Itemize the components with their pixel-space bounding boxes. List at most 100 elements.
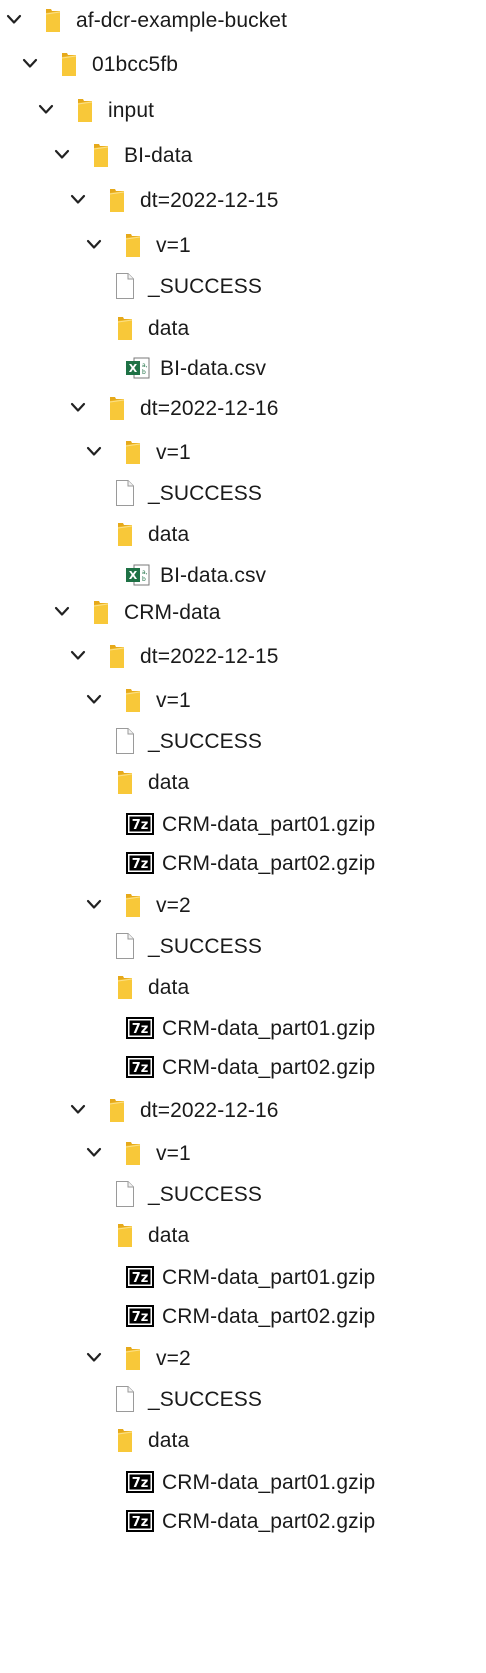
7zip-archive-icon: 7z — [124, 1506, 156, 1536]
tree-item-label: CRM-data_part01.gzip — [162, 1470, 376, 1494]
tree-item-crm-data-part01-gzip[interactable]: 7z CRM-data_part01.gzip — [124, 1008, 375, 1048]
chevron-down-icon[interactable] — [84, 235, 104, 255]
svg-text:b: b — [142, 369, 146, 376]
7zip-archive-icon: 7z — [124, 1301, 156, 1331]
tree-item-v-2[interactable]: v=2 — [84, 885, 191, 925]
tree-item-bi-data[interactable]: BI-data — [52, 135, 192, 175]
file-icon — [112, 1384, 138, 1414]
folder-icon — [104, 1095, 130, 1125]
chevron-down-icon[interactable] — [20, 54, 40, 74]
tree-item-crm-data-part02-gzip[interactable]: 7z CRM-data_part02.gzip — [124, 843, 375, 883]
tree-item-label: data — [148, 522, 190, 546]
tree-item-bi-data-csv[interactable]: a, b X BI-data.csv — [124, 348, 266, 388]
tree-item-label: dt=2022-12-15 — [140, 188, 279, 212]
svg-text:7z: 7z — [132, 1476, 149, 1491]
tree-item-af-dcr-example-bucket[interactable]: af-dcr-example-bucket — [4, 0, 287, 40]
file-icon — [112, 931, 138, 961]
tree-item-crm-data-part01-gzip[interactable]: 7z CRM-data_part01.gzip — [124, 804, 375, 844]
tree-item-label: data — [148, 316, 190, 340]
svg-text:7z: 7z — [132, 1061, 149, 1076]
file-icon — [112, 478, 138, 508]
tree-item-crm-data-part02-gzip[interactable]: 7z CRM-data_part02.gzip — [124, 1501, 375, 1541]
chevron-down-icon[interactable] — [4, 10, 24, 30]
tree-item-crm-data-part01-gzip[interactable]: 7z CRM-data_part01.gzip — [124, 1462, 375, 1502]
tree-item-v-1[interactable]: v=1 — [84, 1133, 191, 1173]
tree-item-data[interactable]: data — [112, 308, 189, 348]
tree-item-label: BI-data.csv — [160, 356, 267, 380]
tree-item-label: CRM-data_part01.gzip — [162, 812, 376, 836]
svg-text:X: X — [129, 362, 138, 375]
folder-icon — [120, 1138, 146, 1168]
tree-item-label: v=2 — [156, 893, 191, 917]
tree-item-dt-2022-12-15[interactable]: dt=2022-12-15 — [68, 636, 279, 676]
tree-item-label: dt=2022-12-16 — [140, 396, 279, 420]
file-icon — [112, 1179, 138, 1209]
tree-item-label: _SUCCESS — [148, 934, 263, 958]
tree-item-label: data — [148, 1223, 190, 1247]
tree-item-crm-data-part02-gzip[interactable]: 7z CRM-data_part02.gzip — [124, 1047, 375, 1087]
tree-item-label: v=1 — [156, 1141, 191, 1165]
svg-text:7z: 7z — [132, 1310, 149, 1325]
tree-item-label: v=1 — [156, 440, 191, 464]
svg-text:a,: a, — [142, 569, 148, 576]
tree-item-success[interactable]: _SUCCESS — [112, 721, 262, 761]
folder-icon — [72, 95, 98, 125]
folder-icon — [88, 597, 114, 627]
tree-item-success[interactable]: _SUCCESS — [112, 266, 262, 306]
tree-item-crm-data-part01-gzip[interactable]: 7z CRM-data_part01.gzip — [124, 1257, 375, 1297]
tree-item-data[interactable]: data — [112, 967, 189, 1007]
chevron-down-icon[interactable] — [36, 100, 56, 120]
folder-icon — [88, 140, 114, 170]
7zip-archive-icon: 7z — [124, 1013, 156, 1043]
tree-item-label: CRM-data_part01.gzip — [162, 1016, 376, 1040]
tree-item-success[interactable]: _SUCCESS — [112, 473, 262, 513]
chevron-down-icon[interactable] — [84, 1143, 104, 1163]
tree-item-label: CRM-data_part02.gzip — [162, 1304, 376, 1328]
tree-item-dt-2022-12-16[interactable]: dt=2022-12-16 — [68, 388, 279, 428]
tree-item-data[interactable]: data — [112, 514, 189, 554]
tree-item-v-2[interactable]: v=2 — [84, 1338, 191, 1378]
tree-item-data[interactable]: data — [112, 1420, 189, 1460]
tree-item-crm-data[interactable]: CRM-data — [52, 592, 221, 632]
file-icon — [112, 726, 138, 756]
tree-item-crm-data-part02-gzip[interactable]: 7z CRM-data_part02.gzip — [124, 1296, 375, 1336]
tree-item-label: BI-data — [124, 143, 193, 167]
chevron-down-icon[interactable] — [68, 646, 88, 666]
chevron-down-icon[interactable] — [52, 145, 72, 165]
file-tree: af-dcr-example-bucket 01bcc5fb input BI-… — [0, 0, 486, 1673]
tree-item-success[interactable]: _SUCCESS — [112, 1379, 262, 1419]
tree-item-data[interactable]: data — [112, 1215, 189, 1255]
7zip-archive-icon: 7z — [124, 1262, 156, 1292]
tree-item-v-1[interactable]: v=1 — [84, 432, 191, 472]
tree-item-v-1[interactable]: v=1 — [84, 680, 191, 720]
tree-item-input[interactable]: input — [36, 90, 154, 130]
chevron-down-icon[interactable] — [84, 1348, 104, 1368]
folder-icon — [112, 972, 138, 1002]
folder-icon — [120, 437, 146, 467]
chevron-down-icon[interactable] — [84, 895, 104, 915]
chevron-down-icon[interactable] — [68, 190, 88, 210]
folder-icon — [56, 49, 82, 79]
tree-item-success[interactable]: _SUCCESS — [112, 1174, 262, 1214]
folder-icon — [112, 313, 138, 343]
folder-icon — [112, 1425, 138, 1455]
tree-item-dt-2022-12-15[interactable]: dt=2022-12-15 — [68, 180, 279, 220]
svg-text:7z: 7z — [132, 1022, 149, 1037]
folder-icon — [112, 1220, 138, 1250]
tree-item-bi-data-csv[interactable]: a, b X BI-data.csv — [124, 555, 266, 595]
tree-item-data[interactable]: data — [112, 762, 189, 802]
7zip-archive-icon: 7z — [124, 848, 156, 878]
chevron-down-icon[interactable] — [84, 442, 104, 462]
chevron-down-icon[interactable] — [68, 398, 88, 418]
tree-item-success[interactable]: _SUCCESS — [112, 926, 262, 966]
chevron-down-icon[interactable] — [84, 690, 104, 710]
chevron-down-icon[interactable] — [68, 1100, 88, 1120]
tree-item-label: CRM-data_part02.gzip — [162, 851, 376, 875]
tree-item-label: v=2 — [156, 1346, 191, 1370]
tree-item-dt-2022-12-16[interactable]: dt=2022-12-16 — [68, 1090, 279, 1130]
chevron-down-icon[interactable] — [52, 602, 72, 622]
tree-item-label: data — [148, 770, 190, 794]
excel-csv-icon: a, b X — [124, 560, 152, 590]
tree-item-v-1[interactable]: v=1 — [84, 225, 191, 265]
tree-item-01bcc5fb[interactable]: 01bcc5fb — [20, 44, 178, 84]
